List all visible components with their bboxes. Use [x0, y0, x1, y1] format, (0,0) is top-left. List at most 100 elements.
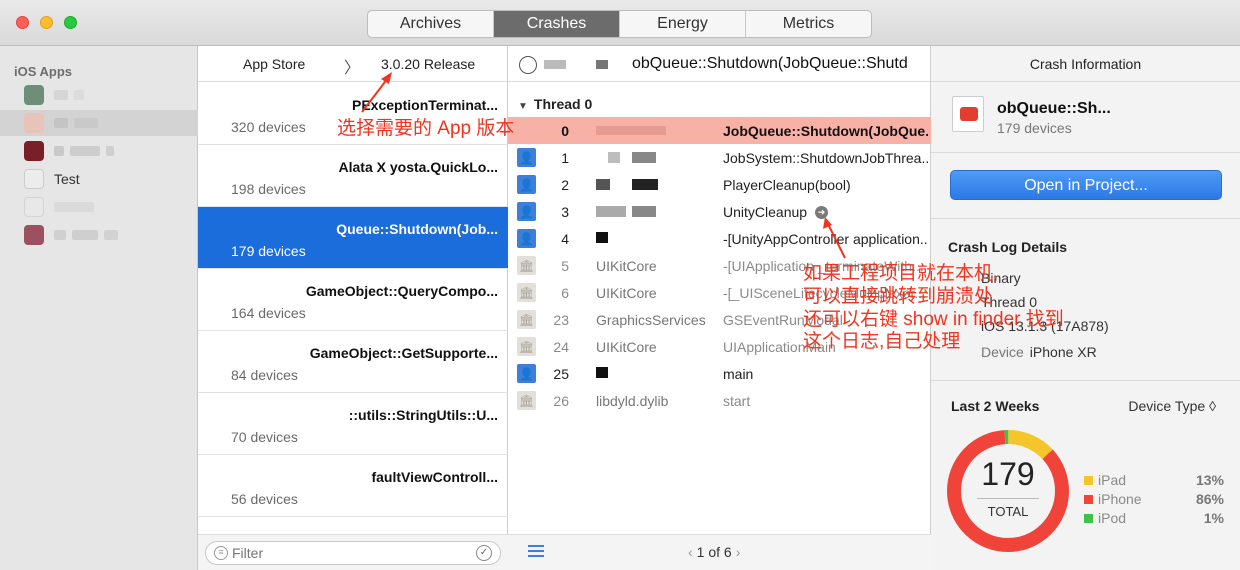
crash-item-title: PExceptionTerminat...	[352, 97, 498, 113]
crash-list-footer: ≡ ✓	[198, 534, 508, 570]
crash-list-item[interactable]: Alata X yosta.QuickLo... 198 devices	[198, 145, 508, 207]
redacted-text	[74, 118, 98, 128]
sidebar-app-item[interactable]	[0, 138, 198, 164]
donut-divider	[977, 498, 1039, 499]
log-key: Device	[981, 344, 1024, 360]
frame-symbol: JobSystem::ShutdownJobThrea...	[723, 149, 928, 166]
redacted-text	[632, 152, 656, 163]
thread-disclosure[interactable]: ▼ Thread 0	[518, 96, 592, 112]
crash-file-icon	[952, 96, 984, 132]
legend-swatch	[1084, 495, 1093, 504]
filter-field[interactable]: ≡ ✓	[205, 541, 501, 565]
thread-label: Thread 0	[533, 96, 593, 112]
crash-item-devices: 56 devices	[231, 491, 298, 507]
chevron-right-icon: 〉	[344, 60, 361, 77]
crash-item-devices: 198 devices	[231, 181, 306, 197]
disclosure-triangle-icon: ▼	[518, 101, 528, 112]
minimize-window-button[interactable]	[40, 16, 53, 29]
stack-frame[interactable]: 👤 1 JobSystem::ShutdownJobThrea...	[508, 144, 931, 171]
crash-item-devices: 179 devices	[231, 243, 306, 259]
frame-symbol: UnityCleanup ➜	[723, 204, 928, 220]
open-in-project-button[interactable]: Open in Project...	[950, 170, 1222, 200]
info-crash-title: obQueue::Sh...	[997, 100, 1111, 117]
redacted-text	[104, 230, 118, 240]
crash-item-title: Alata X yosta.QuickLo...	[338, 159, 499, 175]
crash-item-title: GameObject::QueryCompo...	[305, 283, 498, 299]
user-code-icon: 👤	[517, 229, 536, 248]
sidebar-app-item[interactable]	[0, 194, 198, 220]
frame-number: 24	[553, 338, 569, 355]
crash-item-devices: 320 devices	[231, 119, 306, 135]
filter-input[interactable]	[232, 545, 462, 561]
sidebar-app-item[interactable]	[0, 222, 198, 248]
redacted-text	[54, 202, 94, 212]
version-selector[interactable]: 3.0.20 Release	[381, 56, 475, 72]
sidebar-app-item[interactable]	[0, 110, 198, 136]
user-code-icon: 👤	[517, 202, 536, 221]
redacted-text	[54, 230, 66, 240]
user-code-icon: 👤	[517, 175, 536, 194]
backtrace-panel: obQueue::Shutdown(JobQueue::Shutd ▼ Threa…	[508, 46, 931, 570]
jump-to-source-icon[interactable]: ➜	[815, 206, 829, 220]
list-view-icon[interactable]	[528, 545, 544, 559]
legend-value: 13%	[1195, 472, 1224, 488]
legend-ipad: iPad 13%	[1084, 472, 1224, 490]
frame-number: 1	[561, 149, 569, 166]
tab-metrics[interactable]: Metrics	[746, 11, 871, 37]
sidebar-app-item[interactable]: Test	[0, 166, 198, 192]
device-type-selector[interactable]: Device Type ◊	[1128, 398, 1216, 414]
annotation-jump-note-3: 还可以右键 show in finder 找到	[803, 309, 1064, 330]
redacted-text	[70, 146, 100, 156]
frame-library: UIKitCore	[596, 257, 657, 274]
crash-item-devices: 164 devices	[231, 305, 306, 321]
sidebar-app-label: Test	[54, 171, 80, 187]
sidebar-app-item[interactable]	[0, 82, 198, 108]
checkmark-filter-icon[interactable]: ✓	[476, 545, 492, 561]
frame-number: 3	[561, 203, 569, 220]
info-heading: Crash Information	[931, 46, 1240, 82]
zoom-window-button[interactable]	[64, 16, 77, 29]
crash-list-item[interactable]: GameObject::QueryCompo... 164 devices	[198, 269, 508, 331]
stack-frame[interactable]: 👤 4 -[UnityAppController application...	[508, 225, 931, 252]
frame-symbol: PlayerCleanup(bool)	[723, 176, 851, 193]
stack-frame[interactable]: 👤 2 PlayerCleanup(bool)	[508, 171, 931, 198]
frame-library: libdyld.dylib	[596, 392, 669, 409]
distribution-selector[interactable]: App Store	[243, 56, 305, 72]
legend-name: iPad	[1098, 472, 1127, 488]
close-window-button[interactable]	[16, 16, 29, 29]
frame-number: 25	[553, 365, 569, 382]
previous-page-icon[interactable]: ‹	[688, 544, 693, 560]
redacted-text	[54, 90, 68, 100]
crash-list-item[interactable]: faultViewControll... 56 devices	[198, 455, 508, 517]
frame-symbol-text: UnityCleanup	[723, 203, 808, 220]
frame-number: 5	[561, 257, 569, 274]
crash-log-details-heading: Crash Log Details	[948, 239, 1068, 255]
crash-list-item[interactable]: ::utils::StringUtils::U... 70 devices	[198, 393, 508, 455]
crash-item-devices: 84 devices	[231, 367, 298, 383]
redacted-text	[596, 60, 608, 69]
stack-frame[interactable]: 👤 25 main	[508, 360, 931, 387]
frame-symbol: JobQueue::Shutdown(JobQue...	[723, 122, 928, 139]
legend-name: iPod	[1098, 510, 1127, 526]
crash-list-item[interactable]: GameObject::GetSupporte... 84 devices	[198, 331, 508, 393]
crash-list-item-selected[interactable]: Queue::Shutdown(Job... 179 devices	[198, 207, 508, 269]
crash-status-icon[interactable]	[519, 56, 537, 74]
system-library-icon: 🏛	[517, 337, 536, 356]
tab-crashes[interactable]: Crashes	[494, 11, 620, 37]
redacted-text	[596, 179, 610, 190]
stack-frame[interactable]: 👤 3 UnityCleanup ➜	[508, 198, 931, 225]
app-icon	[24, 197, 44, 217]
stack-frame[interactable]: 🏛 26 libdyld.dylib start	[508, 387, 931, 414]
app-icon	[24, 85, 44, 105]
tab-energy[interactable]: Energy	[620, 11, 746, 37]
app-icon	[24, 113, 44, 133]
stack-frame[interactable]: 0 JobQueue::Shutdown(JobQue...	[508, 117, 931, 144]
redacted-text	[608, 152, 620, 163]
system-library-icon: 🏛	[517, 391, 536, 410]
tab-archives[interactable]: Archives	[368, 11, 494, 37]
next-page-icon[interactable]: ›	[736, 544, 741, 560]
info-devices: 179 devices	[997, 120, 1072, 136]
redacted-text	[596, 367, 608, 378]
frame-number: 4	[561, 230, 569, 247]
backtrace-footer: ‹ 1 of 6 ›	[508, 534, 931, 570]
